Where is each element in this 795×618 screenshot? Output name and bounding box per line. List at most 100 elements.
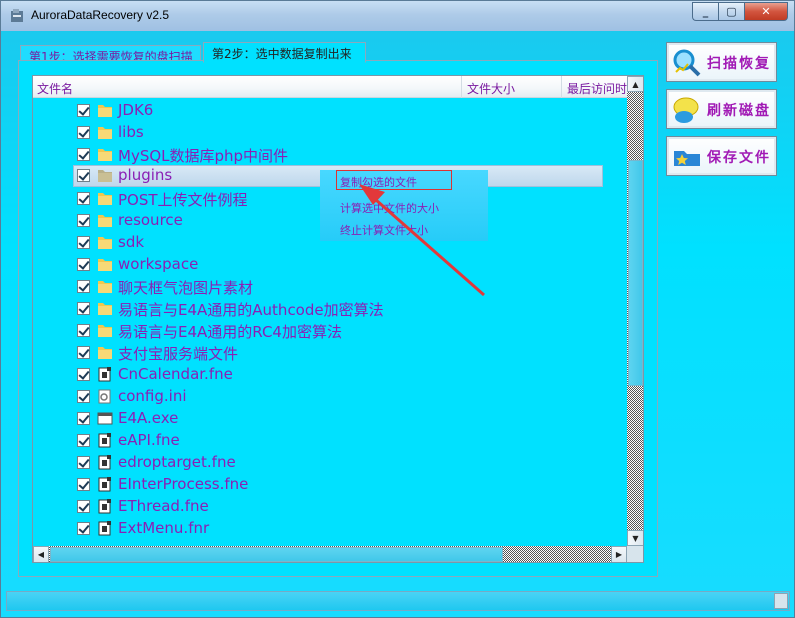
vertical-scroll-thumb[interactable]	[628, 160, 643, 386]
exe-file-icon	[97, 412, 113, 425]
checkbox[interactable]	[77, 346, 90, 359]
list-item[interactable]: edroptarget.fne	[33, 452, 627, 474]
tab-step2-copy[interactable]: 第2步：选中数据复制出来	[203, 42, 366, 63]
list-item[interactable]: eAPI.fne	[33, 430, 627, 452]
column-header-last-access[interactable]: 最后访问时间	[567, 80, 627, 97]
column-header-size[interactable]: 文件大小	[467, 80, 557, 97]
checkbox[interactable]	[77, 214, 90, 227]
checkbox[interactable]	[77, 434, 90, 447]
checkbox[interactable]	[77, 169, 90, 182]
list-item[interactable]: EThread.fne	[33, 496, 627, 518]
list-header: 文件名 文件大小 最后访问时间	[33, 76, 627, 98]
list-item[interactable]: EInterProcess.fne	[33, 474, 627, 496]
file-name: config.ini	[118, 387, 187, 405]
file-name: ExtMenu.fnr	[118, 519, 210, 537]
folder-icon	[98, 193, 112, 205]
close-button[interactable]: ✕	[744, 2, 788, 21]
column-header-filename[interactable]: 文件名	[37, 80, 457, 97]
scroll-left-icon[interactable]: ◀	[33, 546, 49, 562]
checkbox[interactable]	[77, 412, 90, 425]
checkbox[interactable]	[77, 500, 90, 513]
scan-recover-button[interactable]: 扫描恢复	[666, 42, 777, 82]
folder-icon	[98, 149, 112, 161]
fne-file-icon	[98, 455, 111, 470]
file-name: sdk	[118, 233, 145, 251]
folder-icon	[98, 259, 112, 271]
minimize-button[interactable]: _	[692, 2, 718, 21]
file-name: edroptarget.fne	[118, 453, 236, 471]
checkbox[interactable]	[77, 280, 90, 293]
folder-icon	[98, 347, 112, 359]
file-name: EThread.fne	[118, 497, 209, 515]
folder-star-icon	[674, 151, 700, 166]
file-name: resource	[118, 211, 183, 229]
folder-icon	[98, 303, 112, 315]
file-name: E4A.exe	[118, 409, 179, 427]
checkbox[interactable]	[77, 368, 90, 381]
checkbox[interactable]	[77, 478, 90, 491]
scrollbar-corner	[627, 546, 643, 562]
title-bar[interactable]: AuroraDataRecovery v2.5 _ ▢ ✕	[1, 1, 794, 31]
bottom-scroll-bar[interactable]	[6, 591, 790, 611]
checkbox[interactable]	[77, 302, 90, 315]
file-name: plugins	[118, 166, 173, 184]
app-icon	[11, 9, 23, 22]
checkbox[interactable]	[77, 104, 90, 117]
file-list-view[interactable]: 文件名 文件大小 最后访问时间 JDK6 libs MySQL数据库php中间件…	[32, 75, 644, 563]
checkbox[interactable]	[77, 522, 90, 535]
app-window: AuroraDataRecovery v2.5 _ ▢ ✕ 第1步：选择需要恢复…	[0, 0, 795, 618]
list-item[interactable]: libs	[33, 122, 627, 144]
fne-file-icon	[98, 521, 111, 536]
status-scroll-right-icon[interactable]	[774, 593, 788, 609]
checkbox[interactable]	[77, 192, 90, 205]
file-name: 易语言与E4A通用的RC4加密算法	[118, 323, 342, 341]
save-file-button[interactable]: 保存文件	[666, 136, 777, 176]
checkbox[interactable]	[77, 390, 90, 403]
folder-icon	[98, 105, 112, 117]
menu-item-stop-calc[interactable]: 终止计算文件大小	[340, 219, 428, 239]
ini-file-icon	[98, 389, 111, 404]
list-item[interactable]: 聊天框气泡图片素材	[33, 276, 627, 298]
refresh-disk-label: 刷新磁盘	[707, 103, 771, 119]
menu-item-copy-checked[interactable]: 复制勾选的文件	[336, 170, 452, 190]
list-item[interactable]: 易语言与E4A通用的Authcode加密算法	[33, 298, 627, 320]
vertical-scrollbar[interactable]: ▲ ▼	[627, 76, 643, 546]
folder-icon	[98, 127, 112, 139]
fne-file-icon	[98, 499, 111, 514]
list-item[interactable]: 支付宝服务端文件	[33, 342, 627, 364]
list-item[interactable]: MySQL数据库php中间件	[33, 144, 627, 166]
list-item[interactable]: E4A.exe	[33, 408, 627, 430]
scroll-right-icon[interactable]: ▶	[611, 546, 627, 562]
scroll-down-icon[interactable]: ▼	[627, 530, 643, 546]
context-menu: 复制勾选的文件 计算选中文件的大小 终止计算文件大小	[320, 170, 488, 241]
file-name: 支付宝服务端文件	[118, 345, 239, 363]
folder-icon	[98, 281, 112, 293]
checkbox[interactable]	[77, 126, 90, 139]
bubble-icon	[673, 97, 699, 123]
list-item[interactable]: JDK6	[33, 100, 627, 122]
checkbox[interactable]	[77, 148, 90, 161]
checkbox[interactable]	[77, 258, 90, 271]
folder-icon	[98, 215, 112, 227]
horizontal-scroll-thumb[interactable]	[50, 547, 503, 562]
file-name: MySQL数据库php中间件	[118, 147, 289, 165]
file-name: JDK6	[118, 101, 154, 119]
list-item[interactable]: CnCalendar.fne	[33, 364, 627, 386]
window-title: AuroraDataRecovery v2.5	[31, 8, 170, 22]
refresh-disk-button[interactable]: 刷新磁盘	[666, 89, 777, 129]
menu-item-calc-size[interactable]: 计算选中文件的大小	[340, 197, 439, 217]
list-item[interactable]: config.ini	[33, 386, 627, 408]
list-item[interactable]: ExtMenu.fnr	[33, 518, 627, 540]
file-name: POST上传文件例程	[118, 191, 248, 209]
fne-file-icon	[98, 367, 111, 382]
checkbox[interactable]	[77, 324, 90, 337]
maximize-button[interactable]: ▢	[718, 2, 744, 21]
scroll-up-icon[interactable]: ▲	[627, 76, 643, 92]
file-name: CnCalendar.fne	[118, 365, 233, 383]
list-item[interactable]: workspace	[33, 254, 627, 276]
checkbox[interactable]	[77, 456, 90, 469]
horizontal-scrollbar[interactable]: ◀ ▶	[33, 546, 627, 562]
checkbox[interactable]	[77, 236, 90, 249]
list-item[interactable]: 易语言与E4A通用的RC4加密算法	[33, 320, 627, 342]
file-name: libs	[118, 123, 144, 141]
